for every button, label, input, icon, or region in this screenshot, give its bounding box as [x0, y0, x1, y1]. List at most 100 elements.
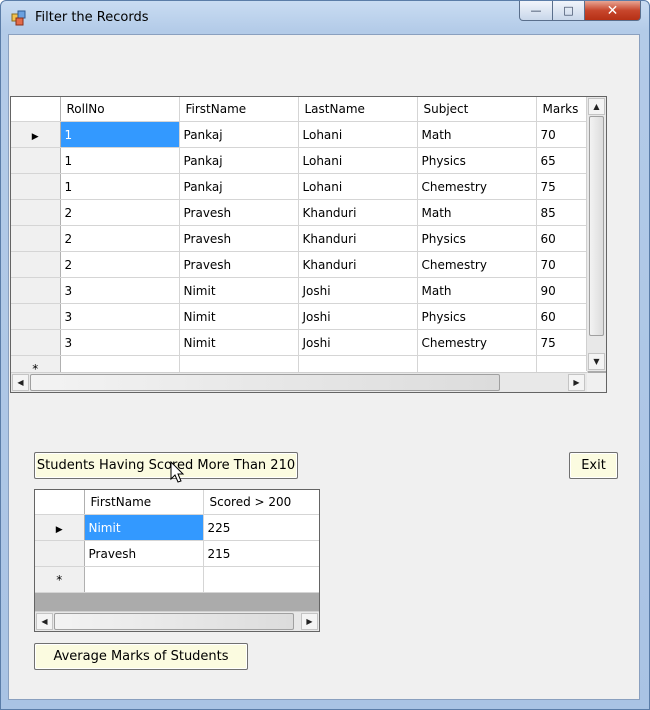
table-cell[interactable]: Nimit: [179, 277, 299, 304]
table-cell[interactable]: 1: [60, 173, 180, 200]
table-cell[interactable]: Joshi: [298, 329, 418, 356]
table-cell[interactable]: Lohani: [298, 147, 418, 174]
table-cell[interactable]: Khanduri: [298, 225, 418, 252]
table-cell[interactable]: 215: [203, 540, 319, 567]
table-cell[interactable]: Khanduri: [298, 251, 418, 278]
scroll-right-button[interactable]: ▶: [301, 613, 318, 630]
table-cell[interactable]: Physics: [417, 303, 537, 330]
table-cell[interactable]: 85: [536, 199, 588, 226]
horizontal-scroll-thumb[interactable]: [54, 613, 294, 630]
table-cell[interactable]: Physics: [417, 225, 537, 252]
table-cell[interactable]: Nimit: [84, 514, 204, 541]
table-cell[interactable]: 90: [536, 277, 588, 304]
vertical-scroll-thumb[interactable]: [589, 116, 604, 336]
table-cell[interactable]: 60: [536, 303, 588, 330]
table-cell[interactable]: Pankaj: [179, 121, 299, 148]
scroll-right-button[interactable]: ▶: [568, 374, 585, 391]
row-header[interactable]: [35, 540, 85, 567]
table-cell[interactable]: Math: [417, 121, 537, 148]
table-cell[interactable]: 3: [60, 277, 180, 304]
records-corner-header[interactable]: [11, 97, 61, 122]
scroll-left-button[interactable]: ◀: [12, 374, 29, 391]
table-cell[interactable]: Chemestry: [417, 329, 537, 356]
result-grid[interactable]: FirstName Scored > 200 ▶ Nimit 225 Prave…: [34, 489, 320, 632]
table-row[interactable]: ▶ Nimit 225: [35, 514, 319, 541]
table-cell[interactable]: 2: [60, 251, 180, 278]
row-header[interactable]: [11, 303, 61, 330]
table-cell[interactable]: Pravesh: [179, 225, 299, 252]
table-cell[interactable]: 75: [536, 329, 588, 356]
exit-button[interactable]: Exit: [569, 452, 618, 479]
title-bar[interactable]: Filter the Records — □ ✕: [1, 1, 649, 35]
table-cell[interactable]: Joshi: [298, 303, 418, 330]
table-cell[interactable]: Math: [417, 199, 537, 226]
row-header[interactable]: [11, 225, 61, 252]
scroll-down-button[interactable]: ▼: [588, 353, 605, 370]
table-row[interactable]: 2 Pravesh Khanduri Math 85: [11, 199, 588, 226]
average-marks-button[interactable]: Average Marks of Students: [34, 643, 248, 670]
table-cell[interactable]: Chemestry: [417, 251, 537, 278]
table-row[interactable]: 2 Pravesh Khanduri Physics 60: [11, 225, 588, 252]
table-cell[interactable]: Pravesh: [179, 251, 299, 278]
records-horizontal-scrollbar[interactable]: ◀ ▶: [11, 372, 587, 392]
table-cell[interactable]: Nimit: [179, 329, 299, 356]
table-cell[interactable]: Khanduri: [298, 199, 418, 226]
table-cell[interactable]: Nimit: [179, 303, 299, 330]
column-header-firstname[interactable]: FirstName: [179, 97, 299, 122]
row-header[interactable]: [11, 147, 61, 174]
minimize-button[interactable]: —: [519, 1, 553, 21]
table-cell[interactable]: Math: [417, 277, 537, 304]
table-row[interactable]: 3 Nimit Joshi Math 90: [11, 277, 588, 304]
table-cell[interactable]: 65: [536, 147, 588, 174]
table-cell[interactable]: 1: [60, 121, 180, 148]
horizontal-scroll-thumb[interactable]: [30, 374, 500, 391]
table-row[interactable]: 3 Nimit Joshi Chemestry 75: [11, 329, 588, 356]
table-cell[interactable]: Physics: [417, 147, 537, 174]
table-cell[interactable]: 1: [60, 147, 180, 174]
maximize-button[interactable]: □: [552, 1, 585, 21]
new-row[interactable]: *: [35, 566, 319, 593]
result-corner-header[interactable]: [35, 490, 85, 515]
table-cell[interactable]: Lohani: [298, 173, 418, 200]
row-header[interactable]: [11, 329, 61, 356]
table-cell[interactable]: 3: [60, 303, 180, 330]
table-cell[interactable]: 75: [536, 173, 588, 200]
row-header[interactable]: ▶: [11, 121, 61, 148]
scroll-left-button[interactable]: ◀: [36, 613, 53, 630]
table-row[interactable]: 3 Nimit Joshi Physics 60: [11, 303, 588, 330]
table-cell[interactable]: 3: [60, 329, 180, 356]
row-header[interactable]: *: [35, 566, 85, 593]
table-cell[interactable]: 70: [536, 121, 588, 148]
records-vertical-scrollbar[interactable]: ▲ ▼: [586, 97, 606, 371]
close-button[interactable]: ✕: [584, 1, 641, 21]
table-cell[interactable]: 2: [60, 199, 180, 226]
column-header-subject[interactable]: Subject: [417, 97, 537, 122]
table-cell[interactable]: 60: [536, 225, 588, 252]
table-cell[interactable]: 225: [203, 514, 319, 541]
table-row[interactable]: Pravesh 215: [35, 540, 319, 567]
row-header[interactable]: [11, 277, 61, 304]
table-cell[interactable]: [84, 566, 204, 593]
table-cell[interactable]: [203, 566, 319, 593]
table-cell[interactable]: 70: [536, 251, 588, 278]
table-row[interactable]: ▶ 1 Pankaj Lohani Math 70: [11, 121, 588, 148]
table-cell[interactable]: 2: [60, 225, 180, 252]
table-cell[interactable]: Lohani: [298, 121, 418, 148]
records-grid[interactable]: RollNo FirstName LastName Subject Marks …: [10, 96, 607, 393]
row-header[interactable]: ▶: [35, 514, 85, 541]
column-header-rollno[interactable]: RollNo: [60, 97, 180, 122]
column-header-firstname[interactable]: FirstName: [84, 490, 204, 515]
table-row[interactable]: 1 Pankaj Lohani Chemestry 75: [11, 173, 588, 200]
row-header[interactable]: [11, 173, 61, 200]
table-cell[interactable]: Chemestry: [417, 173, 537, 200]
table-cell[interactable]: Pravesh: [84, 540, 204, 567]
table-row[interactable]: 2 Pravesh Khanduri Chemestry 70: [11, 251, 588, 278]
table-cell[interactable]: Pankaj: [179, 147, 299, 174]
scroll-up-button[interactable]: ▲: [588, 98, 605, 115]
table-cell[interactable]: Pravesh: [179, 199, 299, 226]
filter-students-button[interactable]: Students Having Scored More Than 210: [34, 452, 298, 479]
table-cell[interactable]: Pankaj: [179, 173, 299, 200]
column-header-scored[interactable]: Scored > 200: [203, 490, 319, 515]
row-header[interactable]: [11, 251, 61, 278]
column-header-lastname[interactable]: LastName: [298, 97, 418, 122]
